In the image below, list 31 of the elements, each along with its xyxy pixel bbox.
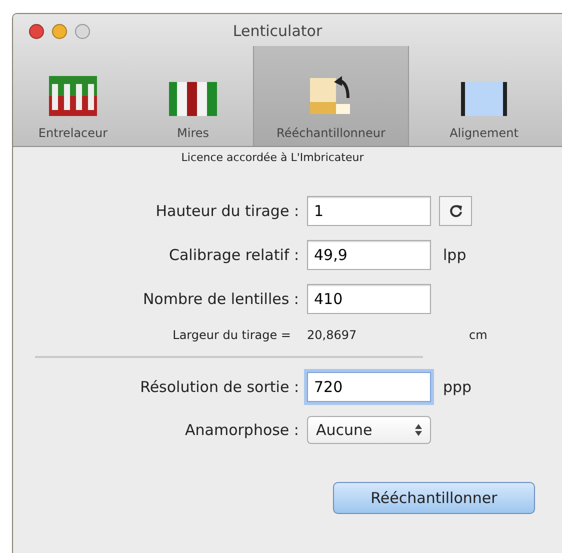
field-label: Nombre de lentilles : — [142, 290, 299, 308]
field-label: Résolution de sortie : — [139, 378, 299, 396]
toolbar-tab[interactable]: Alignement — [409, 46, 559, 146]
unit-label: ppp — [442, 378, 473, 396]
toolbar-tab[interactable]: Rééchantillonneur — [253, 46, 409, 146]
window-title: Lenticulator — [232, 22, 324, 40]
resample-button[interactable]: Rééchantillonner — [333, 482, 535, 514]
input-field[interactable]: 720 — [307, 372, 431, 402]
stripes-icon — [49, 76, 97, 116]
flag-stripes-icon — [169, 82, 217, 116]
field-label: Largeur du tirage = — [172, 328, 292, 342]
resample-icon — [310, 76, 352, 116]
panel-icon — [461, 82, 507, 116]
field-label: Anamorphose : — [184, 421, 299, 439]
stepper-arrows-icon — [415, 424, 422, 436]
toolbar-tab[interactable]: Mires — [133, 46, 253, 146]
refresh-icon — [448, 204, 462, 218]
input-field[interactable]: 410 — [307, 284, 431, 314]
input-field[interactable]: 1 — [307, 196, 431, 226]
popup-menu[interactable]: Aucune — [307, 416, 431, 444]
license-text: Licence accordée à L'Imbricateur — [180, 150, 365, 164]
unit-label: cm — [468, 328, 488, 342]
toolbar-tab[interactable]: Entrelaceur — [13, 46, 133, 146]
unit-label: lpp — [442, 246, 468, 264]
refresh-button[interactable] — [439, 196, 472, 226]
close-button[interactable] — [29, 24, 44, 38]
computed-value: 20,8697 — [307, 328, 358, 342]
minimize-button[interactable] — [52, 24, 67, 38]
input-field[interactable]: 49,9 — [307, 240, 431, 270]
field-label: Calibrage relatif : — [168, 246, 299, 264]
field-label: Hauteur du tirage : — [154, 202, 299, 220]
